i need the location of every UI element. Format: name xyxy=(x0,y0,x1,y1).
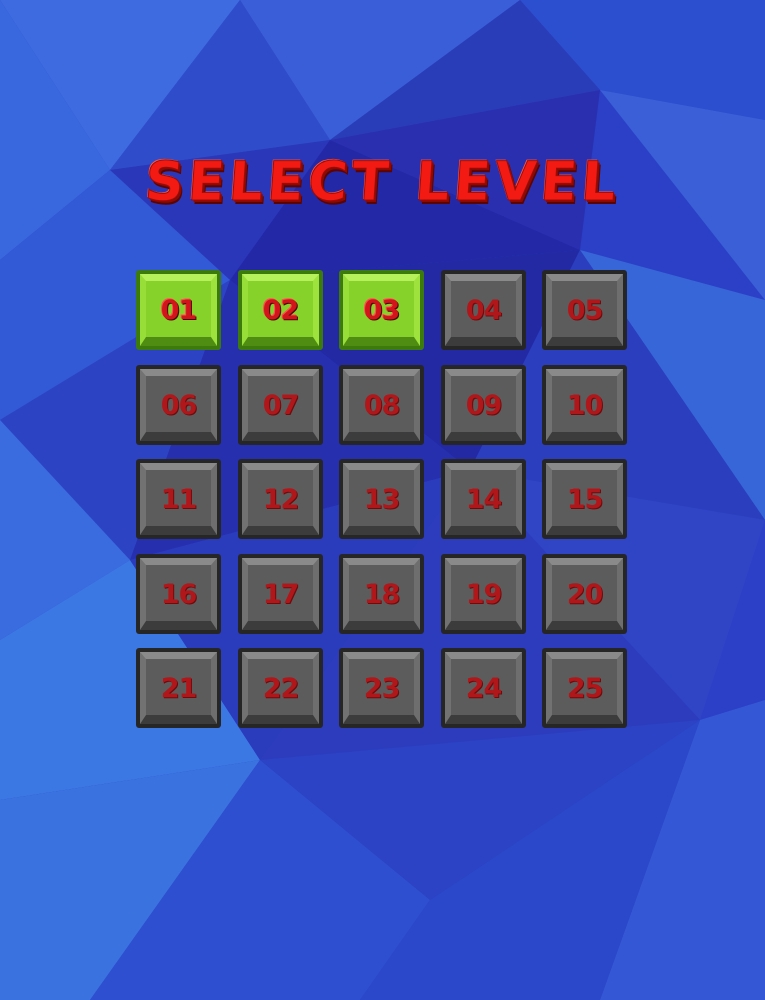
level-13-button[interactable]: 13 xyxy=(339,459,424,539)
level-number-label: 14 xyxy=(465,483,503,515)
level-number-label: 18 xyxy=(363,578,401,610)
select-level-title: SELECT LEVEL xyxy=(142,150,623,214)
level-11-button[interactable]: 11 xyxy=(136,459,221,539)
level-number-label: 21 xyxy=(160,672,198,704)
level-number-label: 17 xyxy=(262,578,300,610)
level-02-button[interactable]: 02 xyxy=(238,270,323,350)
level-12-button[interactable]: 12 xyxy=(238,459,323,539)
level-16-button[interactable]: 16 xyxy=(136,554,221,634)
level-number-label: 24 xyxy=(465,672,503,704)
level-number-label: 08 xyxy=(363,389,401,421)
level-number-label: 07 xyxy=(262,389,300,421)
level-number-label: 11 xyxy=(160,483,198,515)
level-09-button[interactable]: 09 xyxy=(441,365,526,445)
level-number-label: 10 xyxy=(566,389,604,421)
level-number-label: 01 xyxy=(160,294,198,326)
level-number-label: 25 xyxy=(566,672,604,704)
level-number-label: 13 xyxy=(363,483,401,515)
level-08-button[interactable]: 08 xyxy=(339,365,424,445)
level-10-button[interactable]: 10 xyxy=(542,365,627,445)
level-number-label: 20 xyxy=(566,578,604,610)
level-22-button[interactable]: 22 xyxy=(238,648,323,728)
level-grid: 01 02 03 04 05 06 07 08 09 10 11 12 13 14 15 16 17 18 19 20… xyxy=(136,270,631,730)
level-01-button[interactable]: 01 xyxy=(136,270,221,350)
level-number-label: 05 xyxy=(566,294,604,326)
level-21-button[interactable]: 21 xyxy=(136,648,221,728)
level-19-button[interactable]: 19 xyxy=(441,554,526,634)
level-20-button[interactable]: 20 xyxy=(542,554,627,634)
level-18-button[interactable]: 18 xyxy=(339,554,424,634)
level-25-button[interactable]: 25 xyxy=(542,648,627,728)
level-number-label: 03 xyxy=(363,294,401,326)
level-23-button[interactable]: 23 xyxy=(339,648,424,728)
level-03-button[interactable]: 03 xyxy=(339,270,424,350)
level-number-label: 16 xyxy=(160,578,198,610)
level-04-button[interactable]: 04 xyxy=(441,270,526,350)
level-24-button[interactable]: 24 xyxy=(441,648,526,728)
level-07-button[interactable]: 07 xyxy=(238,365,323,445)
level-06-button[interactable]: 06 xyxy=(136,365,221,445)
level-15-button[interactable]: 15 xyxy=(542,459,627,539)
level-14-button[interactable]: 14 xyxy=(441,459,526,539)
level-number-label: 15 xyxy=(566,483,604,515)
level-number-label: 22 xyxy=(262,672,300,704)
level-number-label: 04 xyxy=(465,294,503,326)
level-number-label: 09 xyxy=(465,389,503,421)
level-17-button[interactable]: 17 xyxy=(238,554,323,634)
level-number-label: 06 xyxy=(160,389,198,421)
level-number-label: 12 xyxy=(262,483,300,515)
level-number-label: 19 xyxy=(465,578,503,610)
level-number-label: 23 xyxy=(363,672,401,704)
level-number-label: 02 xyxy=(262,294,300,326)
level-05-button[interactable]: 05 xyxy=(542,270,627,350)
